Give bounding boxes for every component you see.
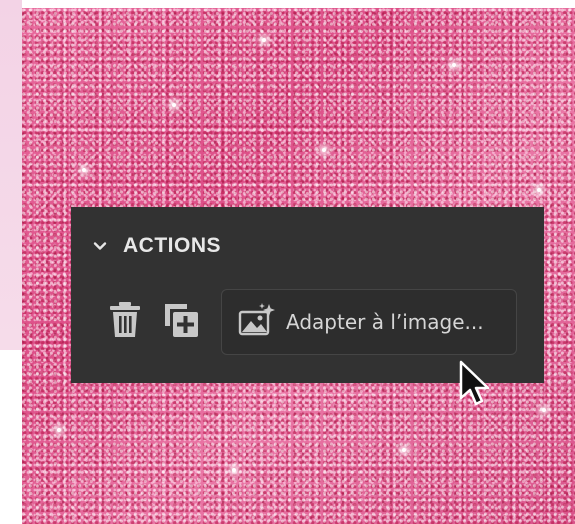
panel-title: ACTIONS <box>123 234 221 257</box>
chevron-down-icon[interactable] <box>91 237 109 255</box>
trash-icon <box>108 301 142 343</box>
actions-panel-header[interactable]: ACTIONS <box>91 231 221 261</box>
background-left-white <box>0 350 22 524</box>
background-top-strip <box>22 0 575 8</box>
duplicate-button[interactable] <box>159 300 203 344</box>
background-left <box>0 0 22 350</box>
mouse-pointer-icon <box>458 360 492 408</box>
sparkle-image-icon <box>238 303 276 341</box>
fit-to-image-label: Adapter à l’image... <box>286 310 484 334</box>
delete-button[interactable] <box>103 300 147 344</box>
fit-to-image-button[interactable]: Adapter à l’image... <box>221 289 517 355</box>
actions-panel: ACTIONS Adapter à l’image... <box>71 207 544 383</box>
actions-row: Adapter à l’image... <box>103 289 517 355</box>
duplicate-layer-icon <box>162 301 200 343</box>
